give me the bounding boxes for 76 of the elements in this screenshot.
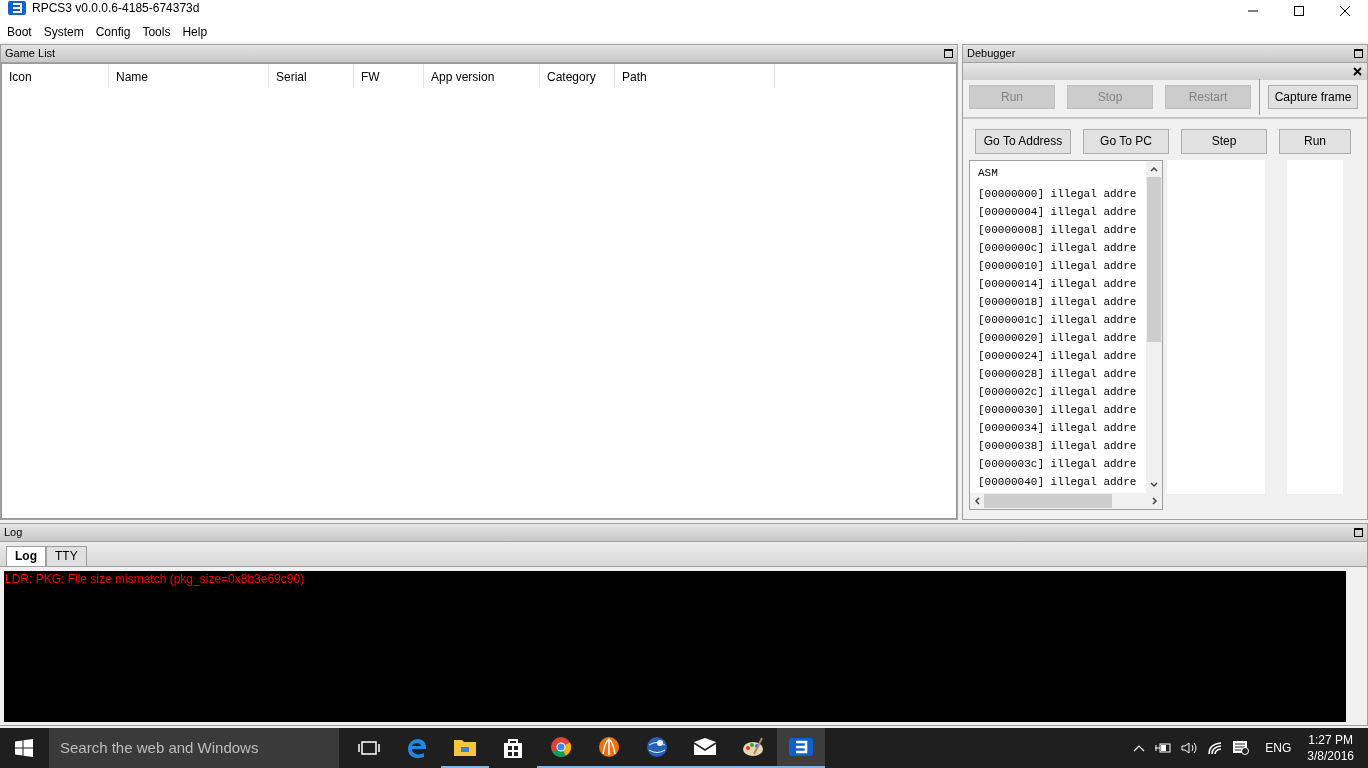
menu-item[interactable]: Boot: [1, 24, 38, 39]
asm-line: [00000040] illegal addre: [978, 475, 1138, 490]
taskbar-app[interactable]: [777, 728, 825, 768]
menu-item[interactable]: Tools: [136, 24, 177, 39]
asm-line: [00000020] illegal addre: [978, 331, 1138, 346]
clock-date[interactable]: 3/8/2016: [1307, 748, 1354, 764]
speaker-icon[interactable]: [1181, 741, 1198, 755]
app-logo-icon: [789, 738, 813, 756]
log-tab[interactable]: Log: [6, 545, 46, 566]
asm-line: [00000024] illegal addre: [978, 349, 1138, 364]
search-field[interactable]: Search the web and Windows: [49, 728, 339, 768]
column-header[interactable]: Path: [615, 63, 775, 88]
globe-icon: [646, 736, 668, 758]
language-indicator[interactable]: ENG: [1265, 741, 1292, 755]
wifi-icon[interactable]: [1207, 741, 1224, 755]
close-icon[interactable]: [1340, 6, 1350, 16]
asm-line: [00000000] illegal addre: [978, 187, 1138, 202]
folder-icon: [454, 738, 476, 756]
float-icon[interactable]: [1354, 48, 1363, 58]
log-line: LDR: PKG: File size mismatch (pkg_size=0x8b3e69c90): [5, 571, 305, 586]
scroll-down-icon[interactable]: [1150, 481, 1158, 488]
notification-icon[interactable]: [1233, 741, 1250, 755]
column-header[interactable]: App version: [424, 63, 540, 88]
vertical-scrollbar[interactable]: [1346, 570, 1363, 722]
column-header[interactable]: Name: [109, 63, 269, 88]
window-title: RPCS3 v0.0.0.6-4185-674373d: [32, 1, 200, 15]
debug-button[interactable]: Step: [1181, 128, 1267, 154]
column-header[interactable]: Serial: [269, 63, 354, 88]
asm-line: [00000038] illegal addre: [978, 439, 1138, 454]
palette-icon: [742, 736, 764, 758]
asm-line: [00000018] illegal addre: [978, 295, 1138, 310]
asm-line: [00000014] illegal addre: [978, 277, 1138, 292]
menu-item[interactable]: Help: [176, 24, 214, 39]
asm-line: [00000030] illegal addre: [978, 403, 1138, 418]
start-icon[interactable]: [15, 739, 33, 757]
column-header[interactable]: FW: [354, 63, 424, 88]
asm-line: [00000010] illegal addre: [978, 259, 1138, 274]
asm-line: [0000000c] illegal addre: [978, 241, 1138, 256]
scroll-up-icon[interactable]: [1150, 165, 1158, 172]
media-player-icon: [598, 736, 620, 758]
horizontal-scrollbar[interactable]: [970, 492, 1162, 509]
float-icon[interactable]: [944, 48, 953, 58]
round-browser-icon: [550, 736, 572, 758]
asm-line: [00000008] illegal addre: [978, 223, 1138, 238]
maximize-icon[interactable]: [1294, 6, 1304, 16]
column-header[interactable]: Icon: [2, 63, 109, 88]
float-icon[interactable]: [1354, 527, 1363, 537]
menu-item[interactable]: System: [37, 24, 90, 39]
dock-title: Game List: [5, 47, 56, 60]
chevron-up-icon[interactable]: [1133, 744, 1146, 752]
asm-line: [00000028] illegal addre: [978, 367, 1138, 382]
asm-line: [0000002c] illegal addre: [978, 385, 1138, 400]
debug-button[interactable]: Go To Address: [975, 128, 1071, 154]
scroll-left-icon[interactable]: [974, 496, 980, 505]
dock-title: Debugger: [967, 47, 1016, 60]
envelope-icon: [693, 738, 717, 756]
clock-time[interactable]: 1:27 PM: [1308, 732, 1353, 748]
shopping-bag-icon: [503, 737, 523, 759]
column-header[interactable]: Category: [540, 63, 615, 88]
debug-button[interactable]: Go To PC: [1083, 128, 1169, 154]
asm-line: [0000003c] illegal addre: [978, 457, 1138, 472]
asm-line: [0000001c] illegal addre: [978, 313, 1138, 328]
log-tab[interactable]: TTY: [46, 545, 87, 566]
close-icon[interactable]: [1353, 66, 1362, 76]
asm-line: [00000034] illegal addre: [978, 421, 1138, 436]
scroll-right-icon[interactable]: [1152, 496, 1158, 505]
battery-plug-icon[interactable]: [1155, 742, 1172, 754]
dock-title: Log: [4, 526, 23, 539]
menu-item[interactable]: Config: [89, 24, 137, 39]
debug-button[interactable]: Run: [1279, 128, 1351, 154]
debug-button[interactable]: Capture frame: [1268, 84, 1358, 109]
asm-line: [00000004] illegal addre: [978, 205, 1138, 220]
vertical-scrollbar[interactable]: [1146, 160, 1162, 493]
task-view-icon: [358, 740, 380, 756]
asm-header: ASM: [978, 166, 999, 181]
browser-e-icon: [406, 737, 428, 759]
